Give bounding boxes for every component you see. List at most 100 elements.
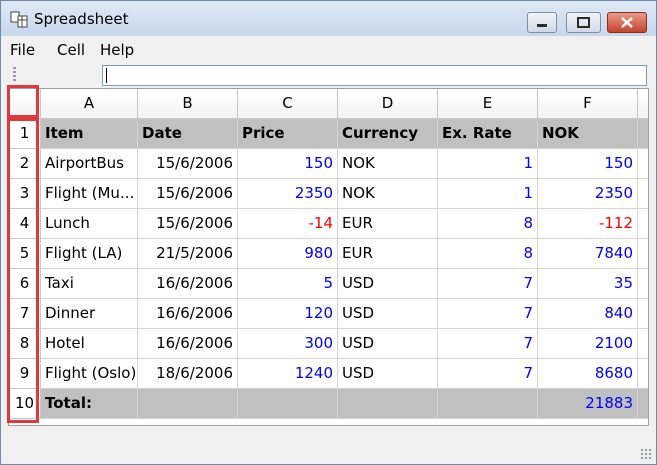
cell-c6[interactable]: 5	[238, 269, 338, 299]
cell-b10[interactable]	[138, 389, 238, 419]
cell-b7[interactable]: 16/6/2006	[138, 299, 238, 329]
cell-b2[interactable]: 15/6/2006	[138, 149, 238, 179]
cell-f10[interactable]: 21883	[538, 389, 638, 419]
cell-b9[interactable]: 18/6/2006	[138, 359, 238, 389]
row-header-7[interactable]: 7	[9, 299, 41, 329]
row-header-2[interactable]: 2	[9, 149, 41, 179]
close-icon	[621, 17, 633, 28]
cell-a6[interactable]: Taxi	[41, 269, 138, 299]
cell-a5[interactable]: Flight (LA)	[41, 239, 138, 269]
cell-e1[interactable]: Ex. Rate	[438, 119, 538, 149]
row-filler	[638, 149, 648, 179]
cell-f2[interactable]: 150	[538, 149, 638, 179]
cell-d2[interactable]: NOK	[338, 149, 438, 179]
cell-e4[interactable]: 8	[438, 209, 538, 239]
cell-e7[interactable]: 7	[438, 299, 538, 329]
column-header-e[interactable]: E	[438, 89, 538, 119]
cell-c2[interactable]: 150	[238, 149, 338, 179]
cell-e3[interactable]: 1	[438, 179, 538, 209]
column-header-b[interactable]: B	[138, 89, 238, 119]
cell-a9[interactable]: Flight (Oslo)	[41, 359, 138, 389]
row-header-4[interactable]: 4	[9, 209, 41, 239]
cell-b4[interactable]: 15/6/2006	[138, 209, 238, 239]
menu-cell[interactable]: Cell	[57, 41, 85, 59]
cell-b3[interactable]: 15/6/2006	[138, 179, 238, 209]
menu-help[interactable]: Help	[100, 41, 134, 59]
cell-c8[interactable]: 300	[238, 329, 338, 359]
row-header-10[interactable]: 10	[9, 389, 41, 419]
cell-c7[interactable]: 120	[238, 299, 338, 329]
cell-f9[interactable]: 8680	[538, 359, 638, 389]
menu-file[interactable]: File	[10, 41, 35, 59]
cell-d7[interactable]: USD	[338, 299, 438, 329]
cell-c3[interactable]: 2350	[238, 179, 338, 209]
cell-a1[interactable]: Item	[41, 119, 138, 149]
row-header-8[interactable]: 8	[9, 329, 41, 359]
cell-c10[interactable]	[238, 389, 338, 419]
toolbar-grip[interactable]	[13, 67, 16, 83]
column-header-c[interactable]: C	[238, 89, 338, 119]
cell-b6[interactable]: 16/6/2006	[138, 269, 238, 299]
cell-f8[interactable]: 2100	[538, 329, 638, 359]
column-header-f[interactable]: F	[538, 89, 638, 119]
cell-e9[interactable]: 7	[438, 359, 538, 389]
row-filler	[638, 269, 648, 299]
row-filler	[638, 179, 648, 209]
cell-d4[interactable]: EUR	[338, 209, 438, 239]
cell-f3[interactable]: 2350	[538, 179, 638, 209]
cell-d1[interactable]: Currency	[338, 119, 438, 149]
row-header-6[interactable]: 6	[9, 269, 41, 299]
spreadsheet-grid[interactable]: A B C D E F 1 Item Date Price Currency Ex. Ra…	[8, 88, 649, 426]
status-bar	[1, 431, 656, 464]
cell-f4[interactable]: -112	[538, 209, 638, 239]
minimize-icon	[537, 24, 547, 27]
cell-e5[interactable]: 8	[438, 239, 538, 269]
row-header-9[interactable]: 9	[9, 359, 41, 389]
cell-a3[interactable]: Flight (Mu...	[41, 179, 138, 209]
cell-d5[interactable]: EUR	[338, 239, 438, 269]
cell-e6[interactable]: 7	[438, 269, 538, 299]
cell-c9[interactable]: 1240	[238, 359, 338, 389]
cell-c4[interactable]: -14	[238, 209, 338, 239]
minimize-button[interactable]	[527, 12, 557, 33]
cell-d3[interactable]: NOK	[338, 179, 438, 209]
spreadsheet-app-icon	[10, 11, 28, 28]
cell-a8[interactable]: Hotel	[41, 329, 138, 359]
cell-b5[interactable]: 21/5/2006	[138, 239, 238, 269]
text-caret	[106, 68, 107, 83]
column-header-a[interactable]: A	[41, 89, 138, 119]
cell-b1[interactable]: Date	[138, 119, 238, 149]
cell-f7[interactable]: 840	[538, 299, 638, 329]
row-filler	[638, 119, 648, 149]
cell-d6[interactable]: USD	[338, 269, 438, 299]
cell-e10[interactable]	[438, 389, 538, 419]
close-button[interactable]	[607, 12, 647, 33]
cell-d9[interactable]: USD	[338, 359, 438, 389]
row-header-1[interactable]: 1	[9, 119, 41, 149]
cell-f5[interactable]: 7840	[538, 239, 638, 269]
formula-input[interactable]	[102, 65, 647, 86]
corner-cell[interactable]	[9, 89, 41, 119]
column-header-d[interactable]: D	[338, 89, 438, 119]
row-header-3[interactable]: 3	[9, 179, 41, 209]
menu-bar: File Cell Help	[1, 36, 656, 62]
cell-b8[interactable]: 16/6/2006	[138, 329, 238, 359]
cell-e2[interactable]: 1	[438, 149, 538, 179]
row-header-5[interactable]: 5	[9, 239, 41, 269]
row-filler	[638, 389, 648, 419]
cell-c1[interactable]: Price	[238, 119, 338, 149]
cell-d8[interactable]: USD	[338, 329, 438, 359]
cell-f6[interactable]: 35	[538, 269, 638, 299]
cell-c5[interactable]: 980	[238, 239, 338, 269]
cell-d10[interactable]	[338, 389, 438, 419]
cell-e8[interactable]: 7	[438, 329, 538, 359]
cell-f1[interactable]: NOK	[538, 119, 638, 149]
resize-grip-icon[interactable]	[640, 448, 652, 460]
row-filler	[638, 329, 648, 359]
maximize-button[interactable]	[566, 12, 601, 33]
cell-a7[interactable]: Dinner	[41, 299, 138, 329]
cell-a10[interactable]: Total:	[41, 389, 138, 419]
cell-a2[interactable]: AirportBus	[41, 149, 138, 179]
cell-a4[interactable]: Lunch	[41, 209, 138, 239]
title-bar[interactable]: Spreadsheet	[1, 1, 656, 36]
